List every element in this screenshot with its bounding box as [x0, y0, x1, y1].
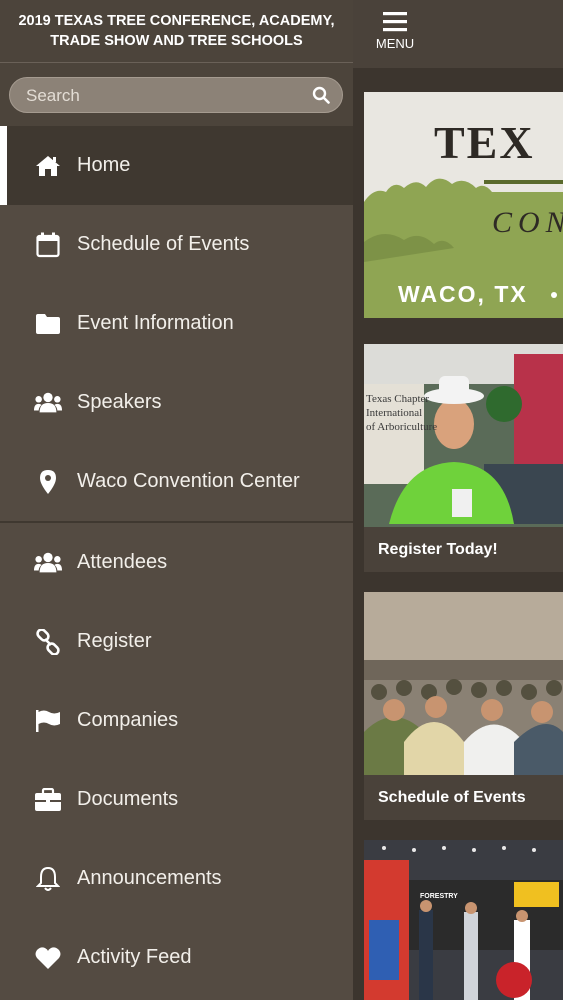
sidebar-item-waco-convention-center[interactable]: Waco Convention Center: [0, 442, 353, 521]
sidebar-item-label: Companies: [77, 709, 179, 731]
sidebar-item-label: Speakers: [77, 391, 162, 413]
sidebar-header: 2019 TEXAS TREE CONFERENCE, ACADEMY, TRA…: [0, 0, 353, 63]
banner-title: TEX: [434, 117, 535, 168]
trade-show-photo: FORESTRY: [364, 840, 563, 1000]
svg-text:International: International: [366, 407, 422, 419]
register-card[interactable]: Texas Chapter International of Arboricul…: [364, 344, 563, 572]
search-box[interactable]: [9, 76, 343, 114]
search-icon[interactable]: [312, 86, 330, 104]
conference-banner[interactable]: TEX CON WACO, TX: [364, 92, 563, 318]
sidebar-item-attendees[interactable]: Attendees: [0, 523, 353, 602]
schedule-card-caption: Schedule of Events: [364, 775, 563, 820]
search-input[interactable]: [24, 77, 308, 114]
heart-icon: [34, 944, 62, 972]
sidebar-item-announcements[interactable]: Announcements: [0, 839, 353, 918]
link-icon: [34, 628, 62, 656]
svg-text:of Arboriculture: of Arboriculture: [366, 421, 437, 433]
svg-text:Texas Chapter: Texas Chapter: [366, 393, 429, 405]
map-pin-icon: [34, 468, 62, 496]
sidebar-title: 2019 TEXAS TREE CONFERENCE, ACADEMY, TRA…: [18, 13, 335, 49]
sidebar-item-schedule[interactable]: Schedule of Events: [0, 205, 353, 284]
home-content: TEX CON WACO, TX Texas Chapter Internati…: [353, 68, 563, 1000]
sidebar-item-label: Waco Convention Center: [77, 470, 300, 492]
svg-text:FORESTRY: FORESTRY: [420, 893, 458, 900]
menu-label: MENU: [375, 36, 415, 51]
sidebar-item-label: Activity Feed: [77, 946, 192, 968]
sidebar-item-documents[interactable]: Documents: [0, 760, 353, 839]
banner-location: WACO, TX: [398, 281, 528, 307]
hamburger-icon: [383, 12, 407, 32]
top-bar: MENU: [353, 0, 563, 68]
sidebar-item-label: Home: [77, 154, 131, 176]
search-bar: [0, 63, 353, 126]
sidebar-item-activity-feed[interactable]: Activity Feed: [0, 918, 353, 997]
banner-subtitle: CON: [492, 206, 563, 239]
folder-icon: [34, 310, 62, 338]
sidebar-item-label: Announcements: [77, 867, 222, 889]
sidebar-item-home[interactable]: Home: [0, 126, 353, 205]
sidebar-item-event-information[interactable]: Event Information: [0, 284, 353, 363]
bell-icon: [34, 865, 62, 893]
sidebar-item-label: Attendees: [77, 551, 168, 573]
sidebar-item-label: Schedule of Events: [77, 233, 250, 255]
sidebar-item-speakers[interactable]: Speakers: [0, 363, 353, 442]
home-icon: [34, 152, 62, 180]
trade-show-card[interactable]: FORESTRY: [364, 840, 563, 1000]
sidebar: 2019 TEXAS TREE CONFERENCE, ACADEMY, TRA…: [0, 0, 353, 1000]
sidebar-item-register[interactable]: Register: [0, 602, 353, 681]
flag-icon: [34, 707, 62, 735]
register-card-caption: Register Today!: [364, 527, 563, 572]
banner-art: TEX CON WACO, TX: [364, 92, 563, 318]
menu-button[interactable]: MENU: [368, 8, 422, 60]
users-icon: [34, 549, 62, 577]
sidebar-item-label: Register: [77, 630, 152, 652]
sidebar-item-companies[interactable]: Companies: [0, 681, 353, 760]
calendar-icon: [34, 231, 62, 259]
schedule-card[interactable]: Schedule of Events: [364, 592, 563, 820]
sidebar-item-label: Event Information: [77, 312, 234, 334]
briefcase-icon: [34, 786, 62, 814]
sidebar-item-label: Documents: [77, 788, 179, 810]
users-icon: [34, 389, 62, 417]
